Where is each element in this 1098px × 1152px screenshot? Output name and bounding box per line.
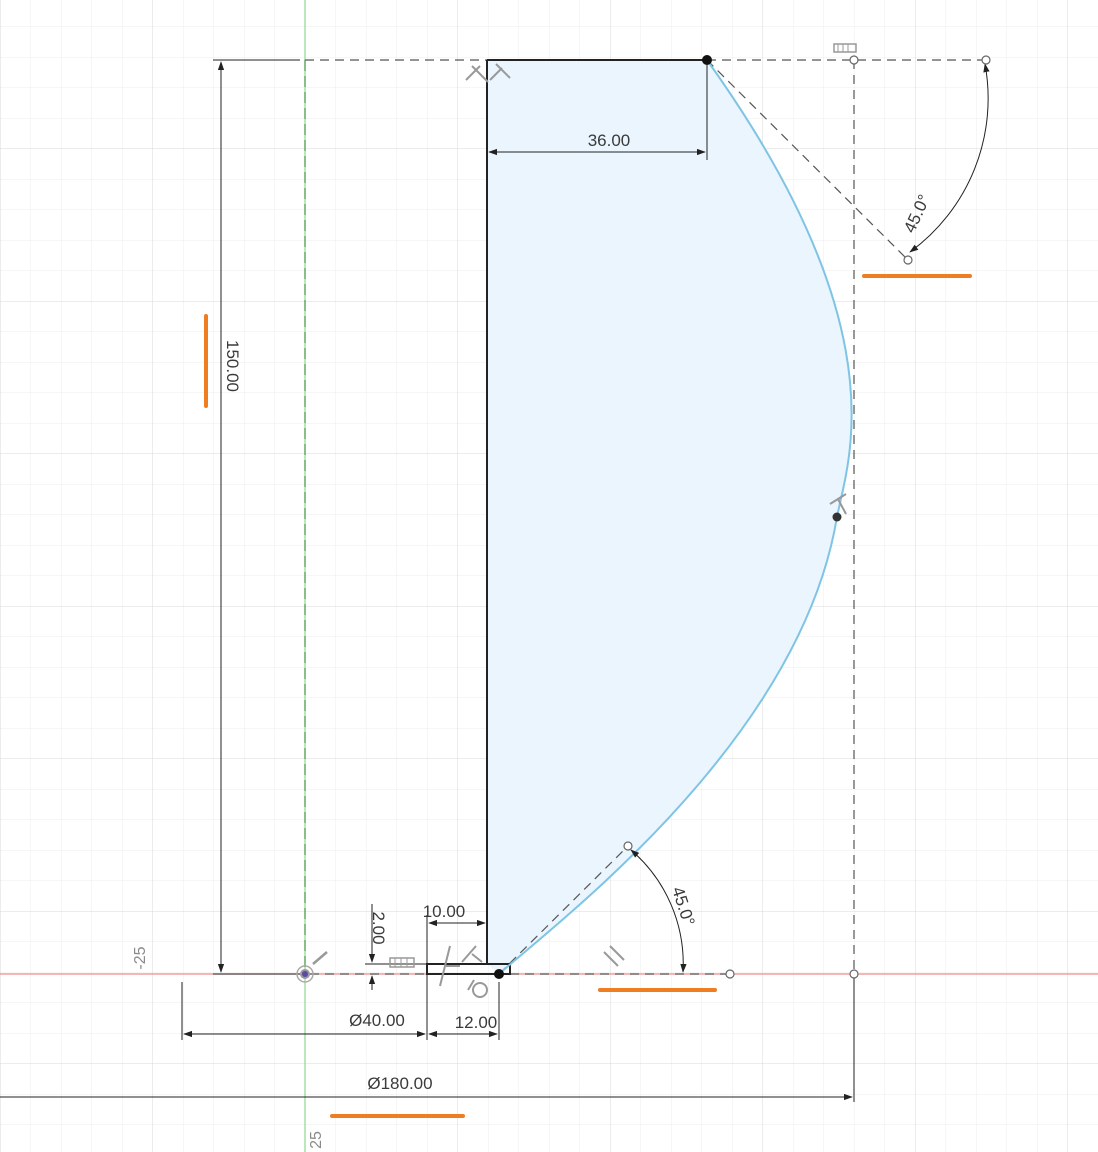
axis-label-vertical: 25 — [308, 1131, 325, 1149]
dim-height[interactable]: 150.00 — [223, 340, 242, 392]
dim-top-width[interactable]: 36.00 — [588, 131, 631, 150]
dim-lip-width[interactable]: 12.00 — [455, 1013, 498, 1032]
sketch-canvas[interactable]: 36.00 150.00 45.0° 45.0° 2.00 10.00 Ø40.… — [0, 0, 1098, 1152]
dim-step-width[interactable]: 10.00 — [423, 902, 466, 921]
dim-step-height[interactable]: 2.00 — [369, 911, 388, 944]
dim-outer-diameter[interactable]: Ø180.00 — [367, 1074, 432, 1093]
dim-inner-diameter[interactable]: Ø40.00 — [349, 1011, 405, 1030]
axis-label-horizontal: -25 — [132, 946, 149, 969]
